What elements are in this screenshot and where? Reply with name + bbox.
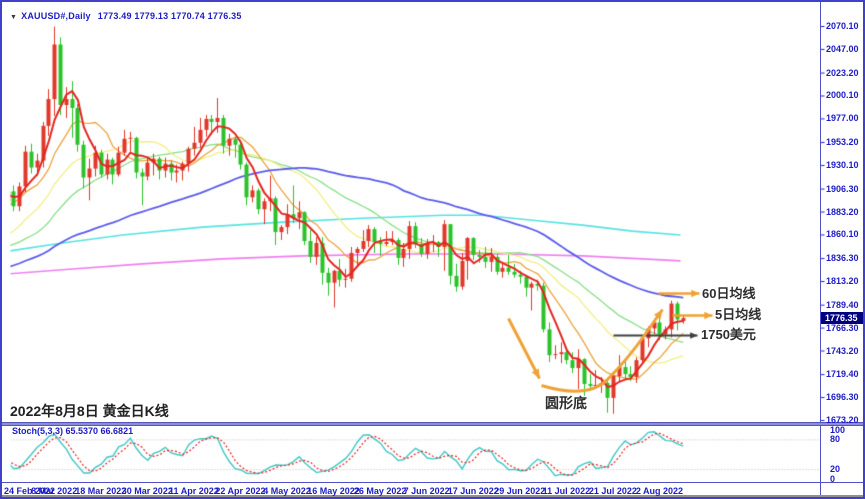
date-tick-label: 22 Apr 2022: [215, 486, 265, 496]
price-tick-label: 2047.00: [826, 44, 859, 54]
price-tick-label: 1719.40: [826, 369, 859, 379]
price-tick-label: 1743.20: [826, 346, 859, 356]
date-tick-label: 11 Jul 2022: [543, 486, 591, 496]
price-tick-label: 1953.20: [826, 137, 859, 147]
price-tick-label: 1696.30: [826, 392, 859, 402]
window-menu-icon[interactable]: ▼: [10, 14, 17, 21]
price-tick-label: 1789.40: [826, 300, 859, 310]
price-tick-label: 2023.20: [826, 68, 859, 78]
price-tick-label: 1836.30: [826, 253, 859, 263]
date-tick-label: 21 Jul 2022: [589, 486, 637, 496]
current-price-flag: 1776.35: [821, 312, 865, 324]
chart-title-bar: ▼ XAUUSD#,Daily 1773.49 1779.13 1770.74 17…: [10, 11, 242, 21]
stoch-level-label: 20: [830, 464, 840, 474]
price-tick-label: 1977.00: [826, 113, 859, 123]
ma5-annotation-label[interactable]: 5日均线: [715, 307, 761, 323]
ohlc-readout: 1773.49 1779.13 1770.74 1776.35: [98, 11, 242, 21]
date-tick-label: 7 Jun 2022: [404, 486, 450, 496]
price-tick-label: 2000.10: [826, 90, 859, 100]
date-tick-label: 8 Mar 2022: [31, 486, 77, 496]
price-tick-label: 1930.10: [826, 160, 859, 170]
date-tick-label: 4 May 2022: [263, 486, 311, 496]
price-tick-label: 1813.20: [826, 276, 859, 286]
date-tick-label: 11 Apr 2022: [169, 486, 219, 496]
date-tick-label: 26 May 2022: [354, 486, 407, 496]
price-1750-annotation-label[interactable]: 1750美元: [701, 327, 756, 343]
time-axis-separator: [2, 482, 865, 483]
chart-window: ▼ XAUUSD#,Daily 1773.49 1779.13 1770.74 17…: [0, 0, 865, 499]
stoch-level-label: 80: [830, 434, 840, 444]
symbol-timeframe-label: XAUUSD#,Daily: [21, 11, 91, 21]
price-tick-label: 1883.20: [826, 207, 859, 217]
price-tick-label: 1860.10: [826, 229, 859, 239]
stoch-level-label: 0: [830, 474, 835, 484]
date-tick-label: 29 Jun 2022: [494, 486, 545, 496]
ma60-annotation-label[interactable]: 60日均线: [702, 286, 755, 302]
indicator-label: Stoch(5,3,3) 65.5370 66.6821: [12, 426, 133, 436]
date-tick-label: 17 Jun 2022: [448, 486, 499, 496]
date-tick-label: 18 Mar 2022: [75, 486, 126, 496]
date-tick-label: 16 May 2022: [307, 486, 360, 496]
price-tick-label: 1906.30: [826, 184, 859, 194]
date-tick-label: 30 Mar 2022: [122, 486, 173, 496]
price-tick-label: 1766.30: [826, 323, 859, 333]
window-bottom-line: [2, 497, 865, 498]
chart-caption[interactable]: 2022年8月8日 黄金日K线: [10, 403, 169, 419]
price-tick-label: 1673.20: [826, 415, 859, 425]
rounded-bottom-label[interactable]: 圆形底: [545, 395, 587, 411]
price-tick-label: 2070.10: [826, 21, 859, 31]
stoch-level-label: 100: [830, 425, 845, 435]
date-tick-label: 2 Aug 2022: [636, 486, 683, 496]
